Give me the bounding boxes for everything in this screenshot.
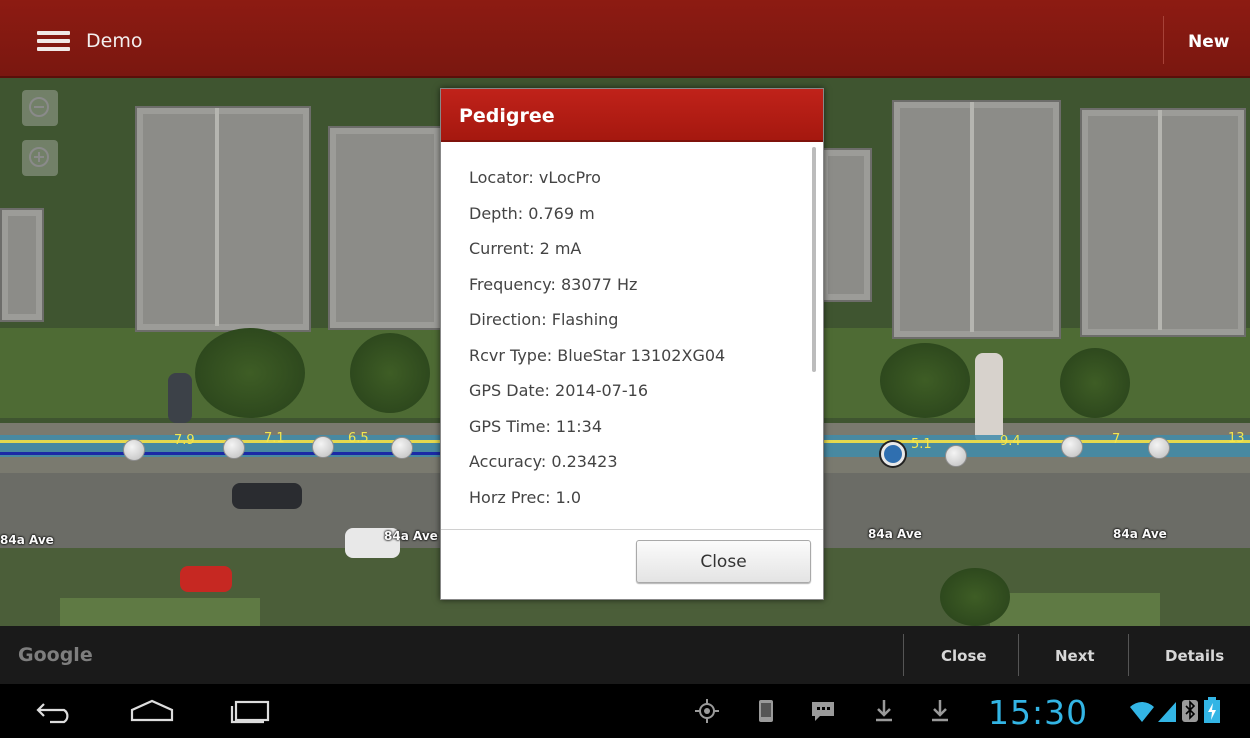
field-gps-time: GPS Time: 11:34 bbox=[469, 417, 603, 436]
close-action-button[interactable]: Close bbox=[941, 647, 987, 665]
download-icon bbox=[876, 700, 892, 722]
car bbox=[180, 566, 232, 592]
dialog-header: Pedigree bbox=[441, 89, 823, 142]
chat-icon bbox=[812, 702, 834, 721]
tree bbox=[195, 328, 305, 418]
divider bbox=[441, 529, 823, 530]
street-label: 84a Ave bbox=[1113, 527, 1167, 541]
zoom-in-icon bbox=[29, 147, 49, 167]
wifi-icon bbox=[1130, 702, 1154, 722]
route-node[interactable] bbox=[945, 445, 967, 467]
route-node[interactable] bbox=[123, 439, 145, 461]
route-node[interactable] bbox=[312, 436, 334, 458]
field-horz-prec: Horz Prec: 1.0 bbox=[469, 488, 582, 507]
zoom-in-button[interactable] bbox=[22, 140, 58, 176]
field-locator: Locator: vLocPro bbox=[469, 168, 601, 187]
zoom-out-button[interactable] bbox=[22, 90, 58, 126]
car bbox=[168, 373, 192, 423]
lawn bbox=[990, 593, 1160, 626]
divider bbox=[1018, 634, 1019, 676]
bottom-action-bar: Google Close Next Details bbox=[0, 626, 1250, 684]
field-gps-date: GPS Date: 2014-07-16 bbox=[469, 381, 648, 400]
bluetooth-icon bbox=[1182, 700, 1198, 722]
tree bbox=[350, 333, 430, 413]
field-depth: Depth: 0.769 m bbox=[469, 204, 595, 223]
scrollbar[interactable] bbox=[812, 147, 816, 372]
car bbox=[232, 483, 302, 509]
zoom-out-icon bbox=[29, 97, 49, 117]
new-button[interactable]: New bbox=[1188, 32, 1229, 52]
tree bbox=[880, 343, 970, 418]
route-node[interactable] bbox=[1061, 436, 1083, 458]
device-icon bbox=[759, 700, 773, 722]
divider bbox=[1128, 634, 1129, 676]
route-node[interactable] bbox=[391, 437, 413, 459]
field-rcvr-type: Rcvr Type: BlueStar 13102XG04 bbox=[469, 346, 726, 365]
menu-icon[interactable] bbox=[37, 31, 70, 51]
house-roof bbox=[0, 208, 44, 322]
street-label: 84a Ave bbox=[868, 527, 922, 541]
gps-icon bbox=[695, 699, 719, 723]
next-button[interactable]: Next bbox=[1055, 647, 1095, 665]
home-icon[interactable] bbox=[128, 698, 176, 724]
field-current: Current: 2 mA bbox=[469, 239, 582, 258]
route-line-blue bbox=[0, 452, 440, 455]
details-button[interactable]: Details bbox=[1165, 647, 1224, 665]
battery-icon bbox=[1204, 697, 1220, 723]
segment-label: 13 bbox=[1228, 431, 1245, 446]
field-direction: Direction: Flashing bbox=[469, 310, 619, 329]
segment-label: 7.9 bbox=[174, 433, 195, 448]
segment-label: 6.5 bbox=[348, 431, 369, 446]
roof-ridge bbox=[970, 102, 974, 332]
roof-ridge bbox=[215, 108, 219, 326]
house-roof bbox=[328, 126, 442, 330]
app-title: Demo bbox=[86, 30, 143, 52]
back-icon[interactable] bbox=[36, 698, 76, 724]
segment-label: 7.1 bbox=[264, 431, 285, 446]
field-frequency: Frequency: 83077 Hz bbox=[469, 275, 638, 294]
google-logo: Google bbox=[18, 644, 93, 666]
divider bbox=[903, 634, 904, 676]
street-label: 84a Ave bbox=[384, 529, 438, 543]
street-label: 84a Ave bbox=[0, 533, 54, 547]
download-icon bbox=[932, 700, 948, 722]
segment-label: 9.4 bbox=[1000, 434, 1021, 449]
system-nav-bar: 15:30 bbox=[0, 684, 1250, 738]
app-bar: Demo New bbox=[0, 0, 1250, 78]
house-roof bbox=[892, 100, 1061, 339]
lawn bbox=[60, 598, 260, 626]
route-node[interactable] bbox=[223, 437, 245, 459]
signal-icon bbox=[1158, 702, 1176, 722]
house-roof bbox=[1080, 108, 1246, 337]
tree bbox=[940, 568, 1010, 626]
dialog-body[interactable]: Locator: vLocPro Depth: 0.769 m Current:… bbox=[441, 142, 823, 527]
car bbox=[975, 353, 1003, 443]
roof-ridge bbox=[1158, 110, 1162, 330]
field-accuracy: Accuracy: 0.23423 bbox=[469, 452, 618, 471]
dialog-title: Pedigree bbox=[459, 105, 555, 127]
selected-route-node[interactable] bbox=[881, 442, 905, 466]
route-node[interactable] bbox=[1148, 437, 1170, 459]
divider bbox=[1163, 16, 1164, 64]
pedigree-dialog: Pedigree Locator: vLocPro Depth: 0.769 m… bbox=[440, 88, 824, 600]
tree bbox=[1060, 348, 1130, 418]
house-roof bbox=[135, 106, 311, 332]
segment-label: 7 bbox=[1112, 432, 1121, 447]
house-roof bbox=[820, 148, 872, 302]
close-button[interactable]: Close bbox=[636, 540, 811, 583]
recent-apps-icon[interactable] bbox=[228, 698, 272, 724]
clock: 15:30 bbox=[988, 693, 1089, 732]
segment-label: 5.1 bbox=[911, 437, 932, 452]
